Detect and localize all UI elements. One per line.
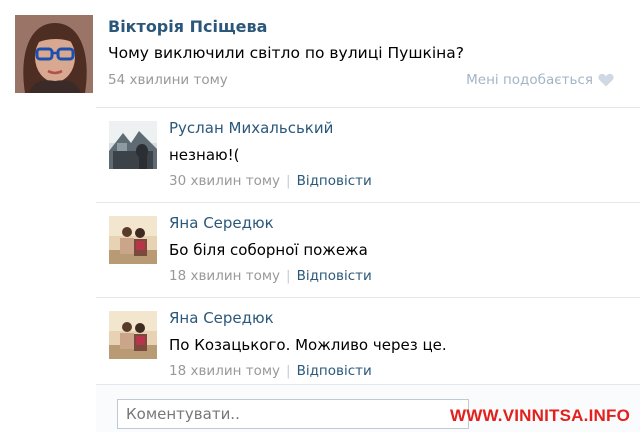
comment-timestamp[interactable]: 18 хвилин тому bbox=[169, 363, 280, 379]
comment-meta: 18 хвилин тому | Відповісти bbox=[169, 268, 372, 284]
post-author-name[interactable]: Вікторія Псіщева bbox=[108, 17, 267, 36]
reply-link[interactable]: Відповісти bbox=[297, 363, 372, 379]
like-button[interactable]: Мені подобається bbox=[466, 72, 614, 88]
comment-text: По Козацького. Можливо через це. bbox=[169, 336, 447, 354]
reply-link[interactable]: Відповісти bbox=[297, 268, 372, 284]
watermark: WWW.VINNITSA.INFO bbox=[450, 406, 630, 425]
post-author-avatar[interactable] bbox=[15, 15, 93, 93]
avatar-photo bbox=[109, 216, 157, 264]
comment-author-name[interactable]: Руслан Михальський bbox=[169, 119, 333, 137]
meta-separator: | bbox=[286, 173, 291, 189]
comment-item: Яна Середюк Бо біля соборної пожежа 18 х… bbox=[96, 202, 640, 297]
comment-input[interactable]: Коментувати.. bbox=[117, 399, 469, 429]
comment-author-avatar[interactable] bbox=[109, 121, 157, 169]
comment-timestamp[interactable]: 18 хвилин тому bbox=[169, 268, 280, 284]
comment-item: Яна Середюк По Козацького. Можливо через… bbox=[96, 297, 640, 392]
avatar-photo bbox=[15, 15, 93, 93]
comments-list: Руслан Михальський незнаю!( 30 хвилин то… bbox=[96, 107, 640, 392]
reply-link[interactable]: Відповісти bbox=[297, 173, 372, 189]
meta-separator: | bbox=[286, 363, 291, 379]
avatar-photo bbox=[109, 121, 157, 169]
comment-text: Бо біля соборної пожежа bbox=[169, 241, 368, 259]
comment-author-avatar[interactable] bbox=[109, 216, 157, 264]
post-page: Вікторія Псіщева Чому виключили світло п… bbox=[0, 0, 640, 432]
comment-item: Руслан Михальський незнаю!( 30 хвилин то… bbox=[96, 107, 640, 202]
comment-meta: 18 хвилин тому | Відповісти bbox=[169, 363, 372, 379]
comment-author-name[interactable]: Яна Середюк bbox=[169, 309, 274, 327]
heart-icon bbox=[598, 73, 614, 87]
comment-text: незнаю!( bbox=[169, 146, 240, 164]
comment-meta: 30 хвилин тому | Відповісти bbox=[169, 173, 372, 189]
comment-author-avatar[interactable] bbox=[109, 311, 157, 359]
post-timestamp[interactable]: 54 хвилини тому bbox=[108, 72, 228, 88]
like-label: Мені подобається bbox=[466, 72, 593, 88]
comment-timestamp[interactable]: 30 хвилин тому bbox=[169, 173, 280, 189]
comment-author-name[interactable]: Яна Середюк bbox=[169, 214, 274, 232]
avatar-photo bbox=[109, 311, 157, 359]
post-text: Чому виключили світло по вулиці Пушкіна? bbox=[108, 44, 465, 62]
meta-separator: | bbox=[286, 268, 291, 284]
